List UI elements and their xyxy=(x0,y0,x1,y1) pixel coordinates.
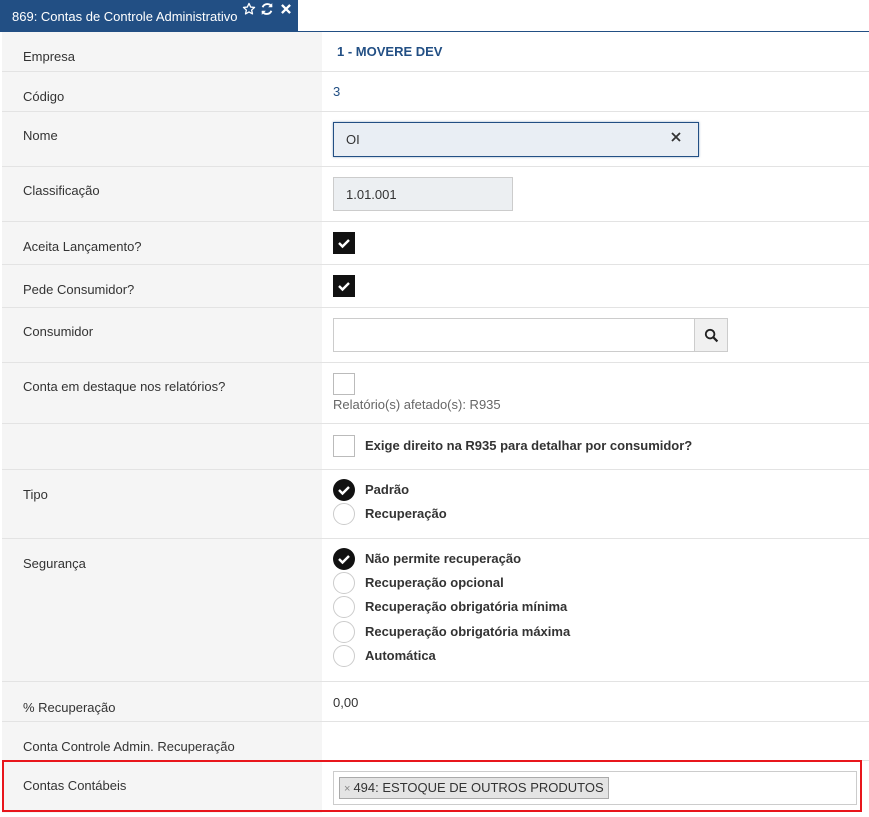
clear-icon[interactable] xyxy=(670,131,682,143)
recuperacao-value: 0,00 xyxy=(333,695,359,710)
tipo-option-padrao[interactable]: Padrão xyxy=(333,479,733,503)
label-cell: Classificação xyxy=(2,167,322,221)
window-tab[interactable]: 869: Contas de Controle Administrativo xyxy=(0,0,298,32)
row-seguranca: Segurança Não permite recuperação Recupe… xyxy=(2,539,869,682)
row-pede: Pede Consumidor? xyxy=(2,265,869,308)
codigo-value: 3 xyxy=(333,84,341,99)
option-label: Padrão xyxy=(365,482,410,497)
seguranca-option-minima[interactable]: Recuperação obrigatória mínima xyxy=(333,596,733,620)
classificacao-value: 1.01.001 xyxy=(346,187,397,202)
exige-checkbox[interactable] xyxy=(333,435,355,457)
destaque-hint: Relatório(s) afetado(s): R935 xyxy=(333,397,501,412)
close-icon[interactable] xyxy=(279,2,293,16)
search-icon xyxy=(704,328,719,346)
nome-value: OI xyxy=(346,132,360,147)
classificacao-field: 1.01.001 xyxy=(333,177,513,211)
row-consumidor: Consumidor xyxy=(2,308,869,363)
tag-remove-icon[interactable]: × xyxy=(344,783,350,795)
label-cell: Pede Consumidor? xyxy=(2,265,322,307)
label-cell: Conta Controle Admin. Recuperação xyxy=(2,722,322,760)
option-label: Recuperação xyxy=(365,506,447,521)
option-label: Recuperação obrigatória mínima xyxy=(365,599,568,614)
label-cell: Empresa xyxy=(2,32,322,71)
row-recuperacao: % Recuperação 0,00 xyxy=(2,682,869,722)
label-cell: Aceita Lançamento? xyxy=(2,222,322,264)
seguranca-option-maxima[interactable]: Recuperação obrigatória máxima xyxy=(333,621,733,645)
option-label: Automática xyxy=(365,648,436,663)
empresa-label: Empresa xyxy=(23,49,76,64)
row-exige: Exige direito na R935 para detalhar por … xyxy=(2,424,869,470)
form: Empresa 1 - MOVERE DEV Código 3 Nome OI … xyxy=(2,32,869,813)
radio-selected xyxy=(333,479,355,501)
consumidor-label: Consumidor xyxy=(23,324,94,339)
label-cell: Código xyxy=(2,72,322,111)
row-codigo: Código 3 xyxy=(2,72,869,112)
tab-title: 869: Contas de Controle Administrativo xyxy=(12,9,238,24)
row-aceita: Aceita Lançamento? xyxy=(2,222,869,265)
label-cell xyxy=(2,424,322,469)
star-icon[interactable] xyxy=(242,2,256,16)
exige-label: Exige direito na R935 para detalhar por … xyxy=(365,438,693,453)
option-label: Recuperação obrigatória máxima xyxy=(365,624,571,639)
radio-unselected xyxy=(333,572,355,594)
consumidor-input[interactable] xyxy=(333,318,695,352)
radio-unselected xyxy=(333,621,355,643)
empresa-value: 1 - MOVERE DEV xyxy=(337,44,443,59)
seguranca-label: Segurança xyxy=(23,556,86,571)
row-nome: Nome OI xyxy=(2,112,869,167)
row-empresa: Empresa 1 - MOVERE DEV xyxy=(2,32,869,72)
consumidor-search-button[interactable] xyxy=(694,318,728,352)
contas-contabeis-input[interactable]: × 494: ESTOQUE DE OUTROS PRODUTOS xyxy=(333,771,857,805)
tipo-option-recuperacao[interactable]: Recuperação xyxy=(333,503,733,527)
tipo-label: Tipo xyxy=(23,487,48,502)
row-destaque: Conta em destaque nos relatórios? Relató… xyxy=(2,363,869,424)
row-contas-contabeis: Contas Contábeis × 494: ESTOQUE DE OUTROS… xyxy=(2,761,869,813)
radio-selected xyxy=(333,548,355,570)
label-cell: Contas Contábeis xyxy=(2,761,322,813)
option-label: Recuperação opcional xyxy=(365,575,504,590)
tag-label: 494: ESTOQUE DE OUTROS PRODUTOS xyxy=(353,780,604,795)
conta-controle-label: Conta Controle Admin. Recuperação xyxy=(23,739,235,754)
nome-input[interactable]: OI xyxy=(333,122,699,157)
destaque-label: Conta em destaque nos relatórios? xyxy=(23,379,226,394)
codigo-label: Código xyxy=(23,89,65,104)
label-cell: Tipo xyxy=(2,470,322,538)
label-cell: % Recuperação xyxy=(2,682,322,721)
row-tipo: Tipo Padrão Recuperação xyxy=(2,470,869,539)
refresh-icon[interactable] xyxy=(260,2,274,16)
radio-unselected xyxy=(333,503,355,525)
radio-unselected xyxy=(333,596,355,618)
label-cell: Segurança xyxy=(2,539,322,681)
classificacao-label: Classificação xyxy=(23,183,100,198)
row-classificacao: Classificação 1.01.001 xyxy=(2,167,869,222)
destaque-checkbox[interactable] xyxy=(333,373,355,395)
nome-label: Nome xyxy=(23,128,58,143)
seguranca-option-automatica[interactable]: Automática xyxy=(333,645,733,669)
aceita-checkbox[interactable] xyxy=(333,232,355,254)
row-conta-controle: Conta Controle Admin. Recuperação xyxy=(2,722,869,761)
recuperacao-label: % Recuperação xyxy=(23,700,116,715)
radio-unselected xyxy=(333,645,355,667)
label-cell: Nome xyxy=(2,112,322,166)
seguranca-option-nao-permite[interactable]: Não permite recuperação xyxy=(333,548,733,572)
aceita-label: Aceita Lançamento? xyxy=(23,239,142,254)
pede-checkbox[interactable] xyxy=(333,275,355,297)
seguranca-option-opcional[interactable]: Recuperação opcional xyxy=(333,572,733,596)
pede-label: Pede Consumidor? xyxy=(23,282,135,297)
option-label: Não permite recuperação xyxy=(365,551,522,566)
label-cell: Conta em destaque nos relatórios? xyxy=(2,363,322,423)
contas-contabeis-label: Contas Contábeis xyxy=(23,778,127,793)
label-cell: Consumidor xyxy=(2,308,322,362)
tag-chip: × 494: ESTOQUE DE OUTROS PRODUTOS xyxy=(339,777,609,799)
